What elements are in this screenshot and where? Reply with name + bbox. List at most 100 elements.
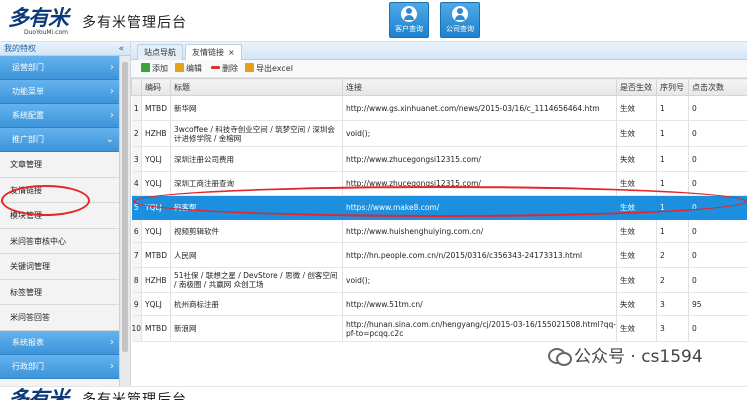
sidebar-item-tags[interactable]: 标签管理 [0,279,130,305]
sidebar-group-label: 推广部门 [12,135,44,144]
sidebar-item-friend-links[interactable]: 友情链接 [0,177,130,203]
seq-cell: 1 [656,171,689,196]
tab-site-nav[interactable]: 站点导航 [137,44,183,60]
seq-cell: 1 [656,146,689,172]
table-row[interactable]: 8 HZHB 51社保 / 联想之星 / DevStore / 思微 / 创客空间 … [131,267,747,293]
export-label: 导出excel [256,64,293,73]
column-header-clicks[interactable]: 点击次数 [688,78,747,96]
chevron-right-icon: › [110,86,114,97]
url-cell: http://www.zhucegongsi12315.com/ [342,171,617,196]
delete-label: 删除 [222,64,238,73]
table-row[interactable]: 5 YQLJ 码客帮 https://www.make8.com/生效 1 0 [131,195,747,220]
url-cell: http://hunan.sina.com.cn/hengyang/cj/201… [342,315,617,342]
sidebar-group-reports[interactable]: 系统报表 › [0,330,130,355]
code-cell: YQLJ [141,146,171,172]
tab-friend-links[interactable]: 友情链接 × [185,44,242,60]
table-row[interactable]: 9 YQLJ 杭州商标注册 http://www.51tm.cn/失效 3 95 [131,292,747,316]
close-tab-icon[interactable]: × [228,48,235,57]
status-cell: 生效 [616,242,657,268]
collapse-sidebar-icon[interactable]: « [118,42,124,56]
sidebar-item-keywords[interactable]: 关键词管理 [0,254,130,280]
edit-button[interactable]: 编辑 [175,62,202,76]
status-cell: 生效 [616,219,657,243]
app-title: 多有米管理后台 [82,15,187,31]
table-row[interactable]: 4 YQLJ 深圳工商注册查询 http://www.zhucegongsi12315… [131,171,747,196]
column-header-status[interactable]: 是否生效 [616,78,657,96]
title-cell: 杭州商标注册 [170,292,343,316]
toolbar: 添加 编辑 删除 导出excel [131,60,747,78]
table-row[interactable]: 3 YQLJ 深圳注册公司费用 http://www.zhucegongsi12315… [131,146,747,172]
column-header-title[interactable]: 标题 [170,78,343,96]
customer-search-nav-button[interactable]: 客户查询 [389,2,429,38]
column-header-url[interactable]: 连接 [342,78,617,96]
chevron-down-icon: ⌄ [105,134,114,145]
url-cell: http://www.huishenghuiying.com.cn/ [342,219,617,243]
delete-button[interactable]: 删除 [211,62,238,76]
seq-cell: 2 [656,242,689,268]
tab-label: 站点导航 [144,48,176,57]
logo[interactable]: 多有米 DuoYouMi.com [6,2,76,38]
status-cell: 生效 [616,315,657,342]
sidebar-group-promotion[interactable]: 推广部门 ⌄ [0,128,130,152]
logo-text: 多有米 [8,386,69,400]
title-cell: 深圳注册公司费用 [170,146,343,172]
row-number-cell: 6 [131,219,142,243]
table-row[interactable]: 7 MTBD 人民网 http://hn.people.com.cn/n/2015/0… [131,242,747,268]
code-cell: MTBD [141,315,171,342]
status-cell: 生效 [616,267,657,293]
logo-subtext: DuoYouMi.com [24,29,69,36]
code-cell: YQLJ [141,195,171,220]
url-cell: http://www.gs.xinhuanet.com/news/2015-03… [342,95,617,121]
sidebar: 我的特权 « 运营部门 › 功能菜单 › 系统配置 › 推广部门 ⌄ 文章管理 友情链接… [0,42,131,400]
sidebar-group-config[interactable]: 系统配置 › [0,104,130,128]
sidebar-title: 我的特权 [4,44,36,53]
column-header-seq[interactable]: 序列号 [656,78,689,96]
url-cell: void(); [342,120,617,147]
scrollbar-thumb[interactable] [122,62,128,352]
export-excel-button[interactable]: 导出excel [245,62,293,76]
sidebar-group-menu[interactable]: 功能菜单 › [0,80,130,104]
clicks-cell: 0 [688,315,747,342]
table-row[interactable]: 6 YQLJ 视频剪辑软件 http://www.huishenghuiying.co… [131,219,747,243]
title-cell: 人民网 [170,242,343,268]
clicks-cell: 0 [688,219,747,243]
sidebar-item-qa-answers[interactable]: 米问答回答 [0,305,130,331]
chevron-right-icon: › [110,360,114,372]
sidebar-item-articles[interactable]: 文章管理 [0,152,130,178]
sidebar-group-label: 运营部门 [12,63,44,72]
row-number-cell: 3 [131,146,142,172]
sidebar-scrollbar[interactable] [119,56,130,400]
seq-cell: 1 [656,219,689,243]
seq-cell: 1 [656,95,689,121]
minus-icon [211,66,220,69]
wechat-icon [548,347,572,366]
clicks-cell: 95 [688,292,747,316]
column-header-code[interactable]: 编码 [141,78,171,96]
row-number-cell: 9 [131,292,142,316]
row-number-cell: 1 [131,95,142,121]
seq-cell: 1 [656,195,689,220]
add-button[interactable]: 添加 [141,62,168,76]
code-cell: MTBD [141,95,171,121]
sidebar-header: 我的特权 « [0,42,130,56]
seq-cell: 1 [656,120,689,147]
row-number-cell: 2 [131,120,142,147]
links-table: 编码 标题 连接 是否生效 序列号 点击次数 1 MTBD 新华网 http://ww… [131,78,747,342]
nav-label: 公司查询 [446,25,474,33]
clicks-cell: 0 [688,95,747,121]
sidebar-group-admin[interactable]: 行政部门 › [0,354,130,379]
row-number-cell: 4 [131,171,142,196]
title-cell: 新浪网 [170,315,343,342]
code-cell: YQLJ [141,292,171,316]
sidebar-item-qa-review[interactable]: 米问答审核中心 [0,228,130,254]
sidebar-group-operations[interactable]: 运营部门 › [0,56,130,80]
company-search-nav-button[interactable]: 公司查询 [440,2,480,38]
sidebar-group-label: 系统报表 [12,337,44,347]
table-row[interactable]: 1 MTBD 新华网 http://www.gs.xinhuanet.com/news… [131,95,747,121]
add-label: 添加 [152,64,168,73]
table-row[interactable]: 10 MTBD 新浪网 http://hunan.sina.com.cn/hengya… [131,315,747,342]
row-number-cell: 10 [131,315,142,342]
table-row[interactable]: 2 HZHB 3wcoffee / 科技寺创业空间 / 筑梦空间 / 深圳会计进修学… [131,120,747,147]
edit-label: 编辑 [186,64,202,73]
sidebar-item-modules[interactable]: 模块管理 [0,203,130,229]
